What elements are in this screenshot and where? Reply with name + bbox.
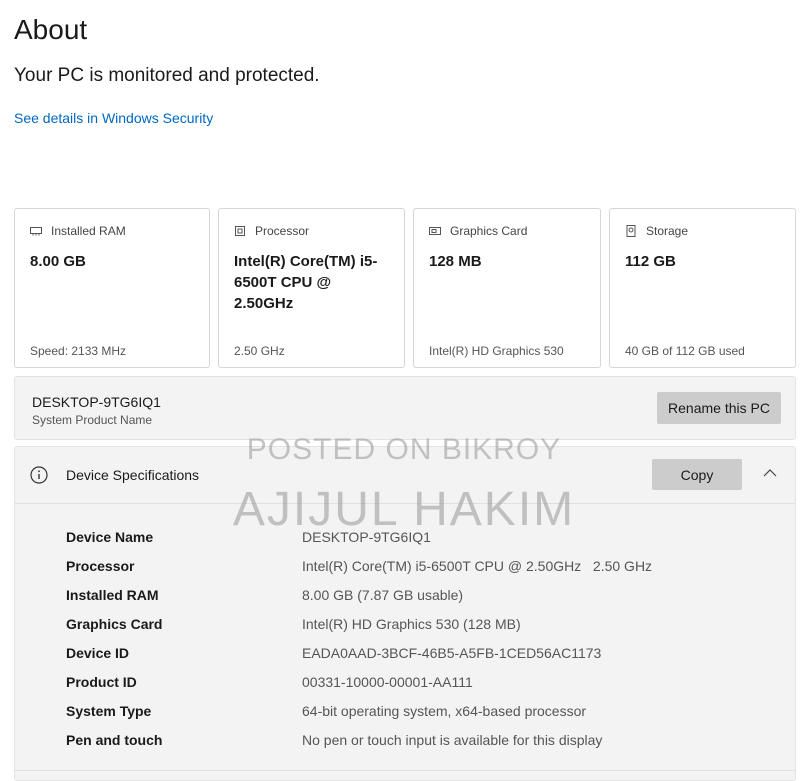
card-graphics: Graphics Card 128 MB Intel(R) HD Graphic… (413, 208, 601, 368)
graphics-card-icon (429, 227, 441, 235)
card-header: Installed RAM (30, 224, 126, 238)
spec-key: Device Name (66, 529, 154, 545)
card-value: 112 GB (625, 253, 676, 270)
spec-key: Product ID (66, 674, 137, 690)
card-installed-ram: Installed RAM 8.00 GB Speed: 2133 MHz (14, 208, 210, 368)
card-value: 8.00 GB (30, 253, 86, 270)
spec-row: Product ID 00331-10000-00001-AA111 (15, 667, 795, 696)
card-footer: Intel(R) HD Graphics 530 (429, 344, 564, 358)
pc-product-name: System Product Name (32, 413, 153, 427)
card-label: Installed RAM (51, 224, 126, 238)
spec-row: Installed RAM 8.00 GB (7.87 GB usable) (15, 580, 795, 609)
spec-value: 64-bit operating system, x64-based proce… (302, 703, 587, 719)
spec-row: Pen and touch No pen or touch input is a… (15, 725, 795, 754)
pc-name-panel: DESKTOP-9TG6IQ1 System Product Name Rena… (14, 376, 796, 440)
card-header: Processor (234, 224, 309, 238)
card-label: Graphics Card (450, 224, 528, 238)
spec-row: Device ID EADA0AAD-3BCF-46B5-A5FB-1CED56… (15, 638, 795, 667)
spec-value: EADA0AAD-3BCF-46B5-A5FB-1CED56AC1173 (302, 645, 602, 661)
page-title: About (14, 14, 88, 45)
spec-value: DESKTOP-9TG6IQ1 (302, 529, 431, 545)
card-label: Storage (646, 224, 689, 238)
storage-icon (626, 225, 636, 237)
spec-key: Device ID (66, 645, 130, 661)
spec-value: 8.00 GB (7.87 GB usable) (302, 587, 464, 603)
device-specifications-panel: Device Specifications Copy Device Name D… (14, 446, 796, 781)
card-footer: 2.50 GHz (234, 344, 285, 358)
chevron-up-icon[interactable] (763, 466, 777, 480)
protection-status: Your PC is monitored and protected. (14, 65, 320, 86)
card-processor: Processor Intel(R) Core(TM) i5-6500T CPU… (218, 208, 405, 368)
spec-key: Processor (66, 558, 135, 574)
card-storage: Storage 112 GB 40 GB of 112 GB used (609, 208, 796, 368)
divider (14, 770, 796, 771)
windows-security-link[interactable]: See details in Windows Security (14, 110, 213, 126)
spec-key: Pen and touch (66, 732, 163, 748)
spec-value: No pen or touch input is available for t… (302, 732, 603, 748)
card-header: Graphics Card (429, 224, 527, 238)
pc-name: DESKTOP-9TG6IQ1 (32, 394, 161, 410)
card-header: Storage (625, 224, 688, 238)
card-label: Processor (255, 224, 310, 238)
memory-icon (30, 227, 42, 236)
card-footer: Speed: 2133 MHz (30, 344, 127, 358)
spec-row: Processor Intel(R) Core(TM) i5-6500T CPU… (15, 551, 795, 580)
card-value: 128 MB (429, 253, 482, 270)
card-footer: 40 GB of 112 GB used (625, 344, 745, 358)
info-icon (30, 466, 48, 484)
rename-pc-button[interactable]: Rename this PC (657, 392, 781, 424)
spec-row: System Type 64-bit operating system, x64… (15, 696, 795, 725)
card-value: Intel(R) Core(TM) i5-6500T CPU @ 2.50GHz (234, 253, 378, 312)
spec-row: Device Name DESKTOP-9TG6IQ1 (15, 522, 795, 551)
spec-value: Intel(R) Core(TM) i5-6500T CPU @ 2.50GHz… (302, 558, 653, 574)
spec-key: Graphics Card (66, 616, 163, 632)
processor-icon (235, 226, 245, 236)
spec-key: Installed RAM (66, 587, 159, 603)
device-specifications-header[interactable]: Device Specifications Copy (15, 447, 795, 504)
device-specifications-title: Device Specifications (66, 467, 200, 483)
spec-value: Intel(R) HD Graphics 530 (128 MB) (302, 616, 521, 632)
spec-key: System Type (66, 703, 152, 719)
spec-row: Graphics Card Intel(R) HD Graphics 530 (… (15, 609, 795, 638)
spec-value: 00331-10000-00001-AA111 (302, 674, 473, 690)
copy-button[interactable]: Copy (652, 459, 742, 490)
